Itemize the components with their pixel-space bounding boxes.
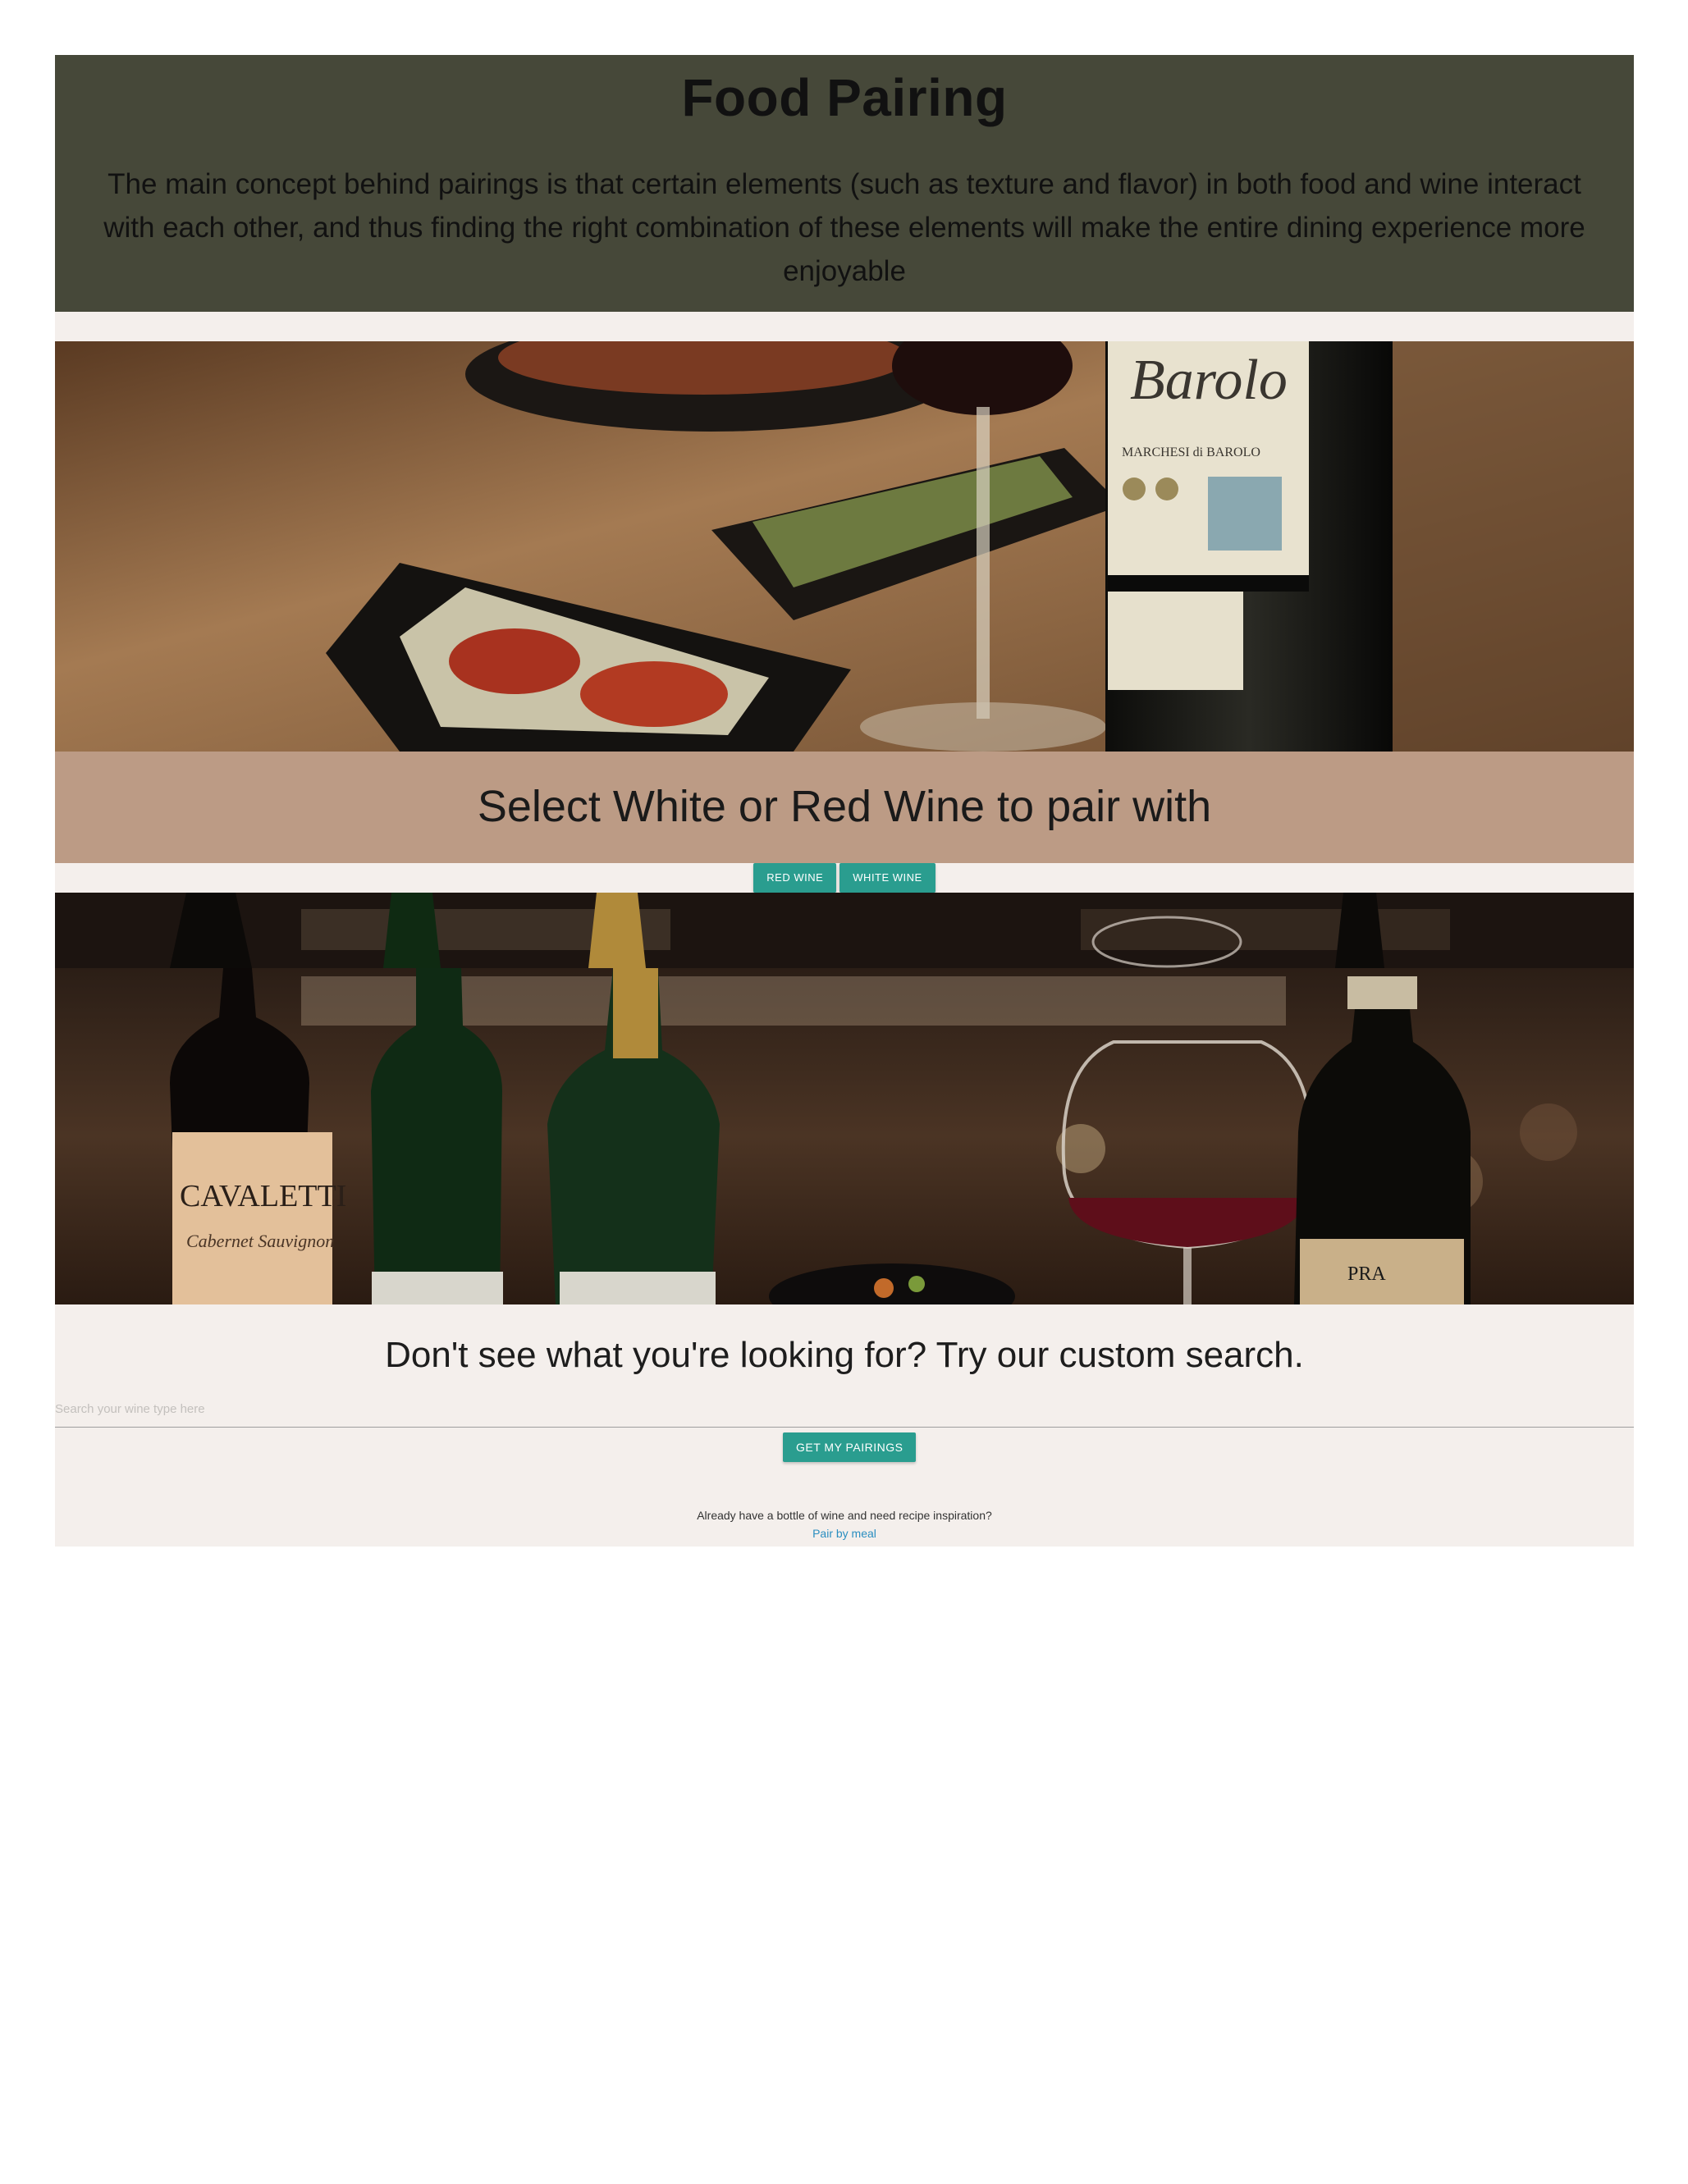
search-heading: Don't see what you're looking for? Try o… bbox=[385, 1335, 1304, 1375]
red-wine-button[interactable]: RED WINE bbox=[753, 863, 837, 893]
bottle-label-brand: CAVALETTI bbox=[180, 1179, 346, 1213]
wine-bottles-photo: CAVALETTI Cabernet Sauvignon PRA bbox=[55, 968, 1634, 1304]
food-wine-photo: Barolo MARCHESI di BAROLO bbox=[55, 341, 1634, 752]
page-description: The main concept behind pairings is that… bbox=[103, 168, 1585, 287]
custom-search-section: Don't see what you're looking for? Try o… bbox=[55, 1304, 1634, 1547]
get-pairings-button[interactable]: GET MY PAIRINGS bbox=[783, 1432, 917, 1462]
pair-by-meal-link[interactable]: Pair by meal bbox=[55, 1525, 1634, 1542]
wine-bottles-illustration: CAVALETTI Cabernet Sauvignon PRA bbox=[55, 968, 1634, 1304]
bottle-label-variety: Cabernet Sauvignon bbox=[186, 1231, 334, 1251]
wine-bottles-top-illustration bbox=[55, 893, 1634, 968]
pairing-heading: Select White or Red Wine to pair with bbox=[477, 782, 1212, 831]
food-wine-illustration: Barolo MARCHESI di BAROLO bbox=[55, 341, 1634, 752]
bottle-label-script: Barolo bbox=[1130, 349, 1288, 412]
bottle-label-small: MARCHESI di BAROLO bbox=[1122, 445, 1260, 459]
inspiration-text: Already have a bottle of wine and need r… bbox=[697, 1509, 992, 1522]
header-banner: Food Pairing The main concept behind pai… bbox=[55, 55, 1634, 312]
page-container: Food Pairing The main concept behind pai… bbox=[55, 55, 1634, 1547]
pairing-band: Select White or Red Wine to pair with bbox=[55, 752, 1634, 863]
bottle-label-pra: PRA bbox=[1347, 1263, 1386, 1285]
wine-search-input[interactable] bbox=[55, 1391, 1634, 1428]
page-title: Food Pairing bbox=[681, 68, 1008, 127]
wine-type-buttons: RED WINE WHITE WINE bbox=[55, 863, 1634, 893]
wine-bottles-photo-top bbox=[55, 893, 1634, 968]
white-wine-button[interactable]: WHITE WINE bbox=[839, 863, 935, 893]
